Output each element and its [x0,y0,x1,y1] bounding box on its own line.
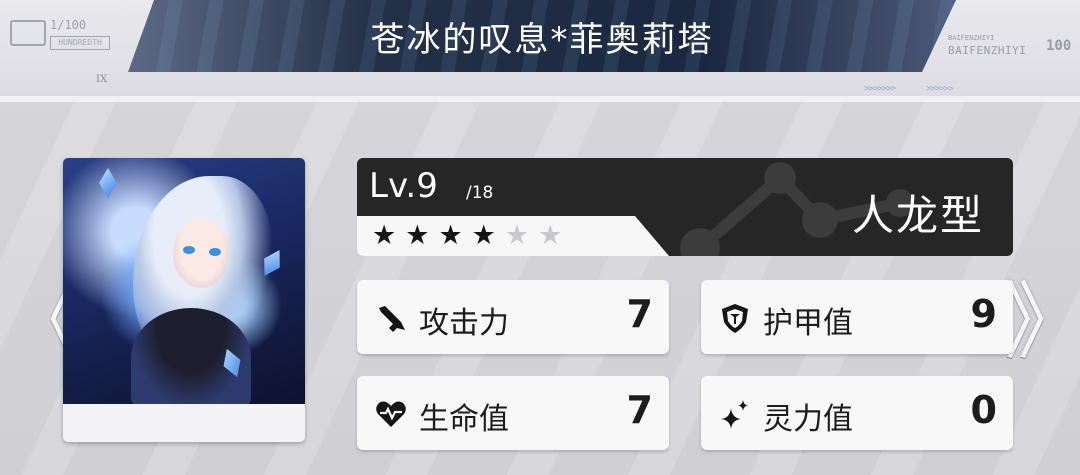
stat-label: 攻击力 [419,306,509,341]
character-type: 人龙型 [852,191,985,240]
stat-health: 生命值 7 [357,376,669,450]
stat-attack: 攻击力 7 [357,280,669,354]
header-chevrons-1: >>>>>>> [864,84,896,94]
shield-icon [722,304,748,333]
logo-subtitle: HUNDREDTH [50,36,110,50]
portrait-eye-left [183,246,195,254]
logo-right-big: BAIFENZHIYI [948,44,1027,57]
star-empty-icon: ★ [538,220,563,251]
crystal-shard [99,168,117,198]
stat-label: 护甲值 [763,306,853,341]
stat-value: 7 [626,388,653,432]
level-label: Lv.9 [369,166,438,206]
sword-icon [379,306,405,332]
logo-number: 1/100 [50,18,87,32]
stat-value: 7 [626,292,653,336]
character-title: 苍冰的叹息*菲奥莉塔 [370,20,714,60]
stat-value: 0 [970,388,997,432]
logo-numeral: IX [96,74,108,85]
game-logo-left: 1/100 HUNDREDTH IX [10,18,120,85]
star-rating: ★ ★ ★ ★ ★ ★ [372,222,562,250]
header-chevrons-2: >>>>>> [926,84,953,94]
character-portrait [63,158,305,404]
portrait-eye-right [209,248,221,256]
header-strip [0,96,1080,102]
stat-label: 灵力值 [763,402,853,437]
star-filled-icon: ★ [471,220,496,251]
game-logo-right: BAIFENZHIYI BAIFENZHIYI 100 [946,34,1071,64]
heart-pulse-icon [376,401,406,427]
star-filled-icon: ★ [438,220,463,251]
level-max: /18 [466,183,494,203]
sparkle-icon [721,400,748,429]
stat-value: 9 [970,292,997,336]
star-empty-icon: ★ [504,220,530,251]
truck-icon [10,20,46,46]
stat-armor: 护甲值 9 [701,280,1013,354]
star-filled-icon: ★ [372,220,397,251]
next-character-button[interactable]: 》 [1004,280,1080,364]
stat-label: 生命值 [419,402,509,437]
stat-spirit: 灵力值 0 [701,376,1013,450]
star-filled-icon: ★ [405,220,430,251]
logo-right-number: 100 [1046,38,1072,54]
